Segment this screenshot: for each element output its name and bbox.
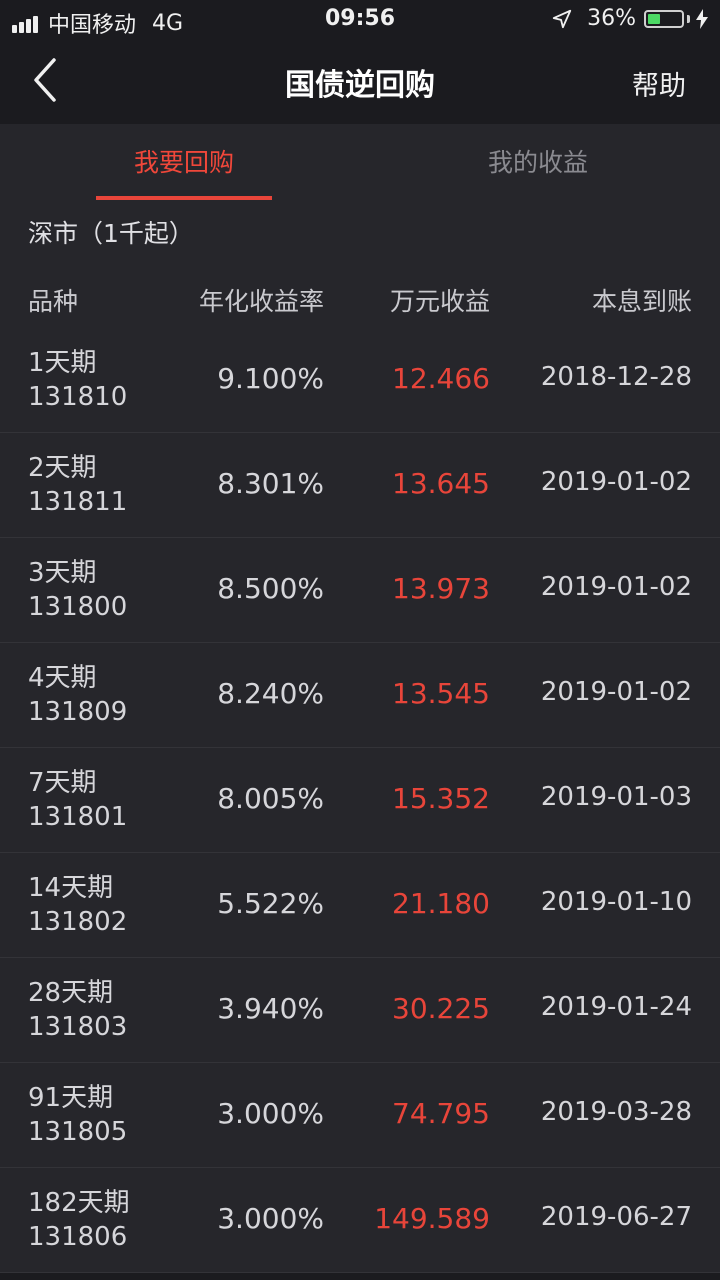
settlement-date: 2019-01-02 — [540, 677, 692, 707]
settlement-date: 2019-01-24 — [540, 992, 692, 1022]
tab-bar: 我要回购 我的收益 — [0, 124, 720, 202]
section-title: 深市（1千起） — [28, 219, 194, 248]
header-product: 品种 — [28, 287, 79, 316]
profit-per-10k: 30.225 — [392, 992, 490, 1025]
product-code: 131810 — [28, 382, 128, 412]
page-title: 国债逆回购 — [285, 68, 435, 103]
product-code: 131801 — [28, 802, 128, 832]
back-button[interactable] — [24, 54, 68, 106]
product-name: 182天期 — [28, 1188, 130, 1218]
annual-rate: 5.522% — [217, 887, 324, 920]
charging-bolt-icon — [696, 8, 708, 29]
active-tab-indicator — [96, 196, 272, 200]
annual-rate: 8.005% — [217, 782, 324, 815]
annual-rate: 8.500% — [217, 572, 324, 605]
profit-per-10k: 13.973 — [392, 572, 490, 605]
repo-list: 1天期 131810 9.100% 12.466 2018-12-28 2天期 … — [0, 328, 720, 1273]
header-annual-rate: 年化收益率 — [198, 287, 324, 316]
status-bar: 中国移动 4G 09:56 36% — [0, 0, 720, 40]
profit-per-10k: 21.180 — [392, 887, 490, 920]
settlement-date: 2018-12-28 — [540, 362, 692, 392]
chevron-left-icon — [34, 58, 56, 102]
table-row[interactable]: 4天期 131809 8.240% 13.545 2019-01-02 — [0, 643, 720, 748]
header-profit-per-10k: 万元收益 — [389, 287, 490, 316]
table-row[interactable]: 14天期 131802 5.522% 21.180 2019-01-10 — [0, 853, 720, 958]
help-button[interactable]: 帮助 — [632, 64, 686, 103]
product-name: 91天期 — [28, 1083, 114, 1113]
nav-bar: 国债逆回购 帮助 — [0, 40, 720, 124]
product-name: 14天期 — [28, 873, 114, 903]
product-name: 28天期 — [28, 978, 114, 1008]
product-name: 3天期 — [28, 558, 97, 588]
location-arrow-icon — [552, 9, 572, 28]
product-code: 131803 — [28, 1012, 128, 1042]
settlement-date: 2019-01-03 — [540, 782, 692, 812]
tab-buy-repo[interactable]: 我要回购 — [96, 124, 272, 202]
product-code: 131809 — [28, 697, 128, 727]
settlement-date: 2019-06-27 — [540, 1202, 692, 1232]
profit-per-10k: 15.352 — [392, 782, 490, 815]
product-name: 1天期 — [28, 348, 97, 378]
settlement-date: 2019-01-02 — [540, 467, 692, 497]
battery-fill — [648, 13, 660, 24]
annual-rate: 8.301% — [217, 467, 324, 500]
table-header: 品种 年化收益率 万元收益 本息到账 — [0, 268, 720, 329]
battery-percent: 36% — [587, 6, 636, 31]
status-right: 36% — [551, 6, 708, 31]
table-row[interactable]: 182天期 131806 3.000% 149.589 2019-06-27 — [0, 1168, 720, 1273]
tab-my-earnings[interactable]: 我的收益 — [450, 124, 626, 202]
table-row[interactable]: 7天期 131801 8.005% 15.352 2019-01-03 — [0, 748, 720, 853]
table-row[interactable]: 28天期 131803 3.940% 30.225 2019-01-24 — [0, 958, 720, 1063]
product-name: 4天期 — [28, 663, 97, 693]
annual-rate: 3.940% — [217, 992, 324, 1025]
market-section: 深市（1千起） — [0, 202, 720, 269]
settlement-date: 2019-01-02 — [540, 572, 692, 602]
table-row[interactable]: 3天期 131800 8.500% 13.973 2019-01-02 — [0, 538, 720, 643]
product-name: 2天期 — [28, 453, 97, 483]
profit-per-10k: 149.589 — [374, 1202, 490, 1235]
settlement-date: 2019-03-28 — [540, 1097, 692, 1127]
product-code: 131806 — [28, 1222, 128, 1252]
product-code: 131800 — [28, 592, 128, 622]
annual-rate: 8.240% — [217, 677, 324, 710]
annual-rate: 9.100% — [217, 362, 324, 395]
battery-nub — [687, 14, 690, 23]
profit-per-10k: 13.645 — [392, 467, 490, 500]
annual-rate: 3.000% — [217, 1202, 324, 1235]
settlement-date: 2019-01-10 — [540, 887, 692, 917]
table-row[interactable]: 1天期 131810 9.100% 12.466 2018-12-28 — [0, 328, 720, 433]
table-row[interactable]: 2天期 131811 8.301% 13.645 2019-01-02 — [0, 433, 720, 538]
product-code: 131811 — [28, 487, 128, 517]
product-code: 131805 — [28, 1117, 128, 1147]
profit-per-10k: 12.466 — [392, 362, 490, 395]
product-code: 131802 — [28, 907, 128, 937]
product-name: 7天期 — [28, 768, 97, 798]
battery-icon — [644, 9, 684, 28]
annual-rate: 3.000% — [217, 1097, 324, 1130]
profit-per-10k: 13.545 — [392, 677, 490, 710]
profit-per-10k: 74.795 — [392, 1097, 490, 1130]
header-settlement-date: 本息到账 — [591, 287, 692, 316]
table-row[interactable]: 91天期 131805 3.000% 74.795 2019-03-28 — [0, 1063, 720, 1168]
